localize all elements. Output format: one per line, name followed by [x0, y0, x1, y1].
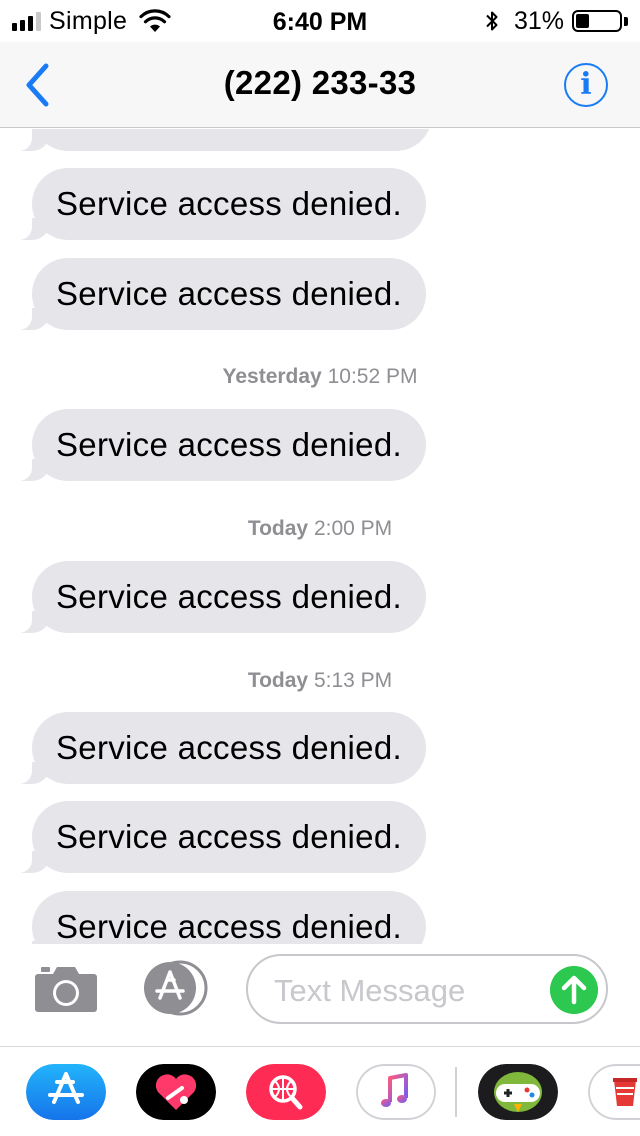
message-timestamp: Today 5:13 PM	[247, 669, 393, 692]
message-bubble[interactable]: Service access denied.	[6, 891, 426, 944]
message-timestamp: Today 2:00 PM	[247, 517, 393, 540]
status-bar: Simple 6:40 PM 31%	[0, 0, 640, 42]
message-bubble[interactable]: Service access denied.	[6, 712, 426, 784]
battery-nub	[624, 16, 628, 26]
status-right: 31%	[484, 6, 628, 35]
message-thread[interactable]: Service access denied. Service access de…	[0, 129, 640, 944]
battery-level-fill	[576, 14, 589, 28]
contact-title[interactable]: (222) 233-33	[0, 64, 640, 102]
message-bubble[interactable]: Service access denied.	[6, 801, 426, 873]
images-search-icon[interactable]	[246, 1064, 326, 1120]
message-bubble[interactable]	[6, 129, 432, 151]
message-input[interactable]: Text Message	[246, 954, 608, 1024]
imessage-app-drawer	[0, 1046, 640, 1136]
battery-icon	[572, 10, 622, 32]
digital-touch-icon[interactable]	[136, 1064, 216, 1120]
battery-percentage: 31%	[513, 6, 564, 35]
app-store-icon[interactable]	[26, 1064, 106, 1120]
message-bubble[interactable]: Service access denied.	[6, 409, 426, 481]
info-button[interactable]: i	[564, 63, 608, 107]
drawer-divider	[455, 1067, 457, 1117]
game-pigeon-icon[interactable]	[478, 1064, 558, 1120]
conversation-header: (222) 233-33 i	[0, 42, 640, 128]
message-bubble[interactable]: Service access denied.	[6, 258, 426, 330]
message-bubble[interactable]: Service access denied.	[6, 168, 426, 240]
message-bubble[interactable]: Service access denied.	[6, 561, 426, 633]
app-store-button[interactable]	[140, 960, 212, 1016]
compose-bar: Text Message	[0, 944, 640, 1046]
message-timestamp: Yesterday 10:52 PM	[222, 365, 418, 388]
message-input-placeholder: Text Message	[274, 973, 466, 1008]
cup-icon[interactable]	[588, 1064, 640, 1120]
music-icon[interactable]	[356, 1064, 436, 1120]
bluetooth-icon	[486, 11, 498, 31]
camera-icon[interactable]	[34, 962, 98, 1014]
send-button[interactable]	[550, 966, 598, 1014]
info-icon: i	[580, 67, 592, 102]
